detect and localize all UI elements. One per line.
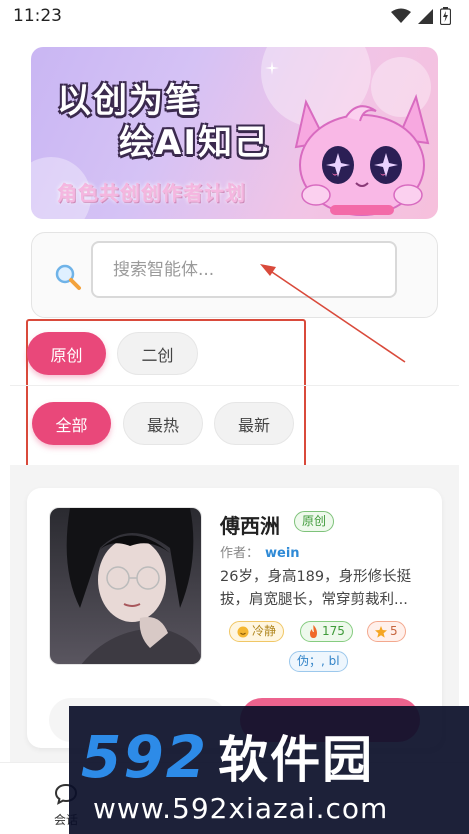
divider (10, 385, 459, 386)
genre-tag: 伪；, bl (289, 651, 348, 672)
signal-icon (418, 8, 433, 24)
author-name[interactable]: wein (265, 546, 300, 561)
character-name: 傅西洲 (220, 514, 280, 538)
wifi-icon (391, 8, 411, 23)
smile-icon (237, 626, 249, 637)
hot-chip: 175 (300, 621, 353, 642)
star-count: 5 (390, 624, 398, 638)
battery-icon (440, 7, 451, 25)
watermark-text: 软件园 (218, 731, 375, 789)
promo-banner[interactable]: 以创为笔 绘AI知己 角色共创创作者计划 (31, 47, 438, 219)
search-card (31, 232, 438, 318)
sparkle-icon (265, 61, 279, 75)
status-time: 11:23 (13, 6, 62, 26)
mood-chip: 冷静 (229, 621, 285, 642)
character-avatar (49, 507, 202, 665)
filter-derivative[interactable]: 二创 (117, 332, 198, 375)
status-bar: 11:23 (0, 0, 469, 34)
fire-icon (310, 625, 317, 638)
status-icons (391, 7, 451, 25)
watermark-url: www.592xiazai.com (93, 792, 389, 825)
author-row: 作者： wein (220, 542, 300, 561)
filter-original[interactable]: 原创 (27, 332, 106, 375)
search-icon[interactable] (54, 263, 82, 291)
character-description: 26岁，身高189，身形修长挺拔，肩宽腿长，常穿剪裁利... (220, 569, 412, 608)
cat-mascot-icon (294, 93, 430, 216)
star-icon (375, 625, 387, 638)
watermark: 592 软件园 www.592xiazai.com (69, 706, 469, 834)
watermark-number: 592 (81, 723, 209, 791)
watermark-brand: 592 软件园 (81, 720, 374, 792)
origin-tag: 原创 (294, 511, 335, 532)
banner-subtitle: 角色共创创作者计划 (57, 181, 246, 205)
search-input[interactable] (91, 241, 397, 298)
author-label: 作者： (220, 546, 260, 561)
mood-label: 冷静 (252, 624, 277, 638)
star-chip: 5 (367, 621, 406, 642)
sort-newest[interactable]: 最新 (214, 402, 294, 445)
sort-all[interactable]: 全部 (32, 402, 111, 445)
hot-count: 175 (322, 624, 345, 638)
banner-title-line2: 绘AI知己 (119, 123, 270, 163)
sort-hottest[interactable]: 最热 (123, 402, 203, 445)
